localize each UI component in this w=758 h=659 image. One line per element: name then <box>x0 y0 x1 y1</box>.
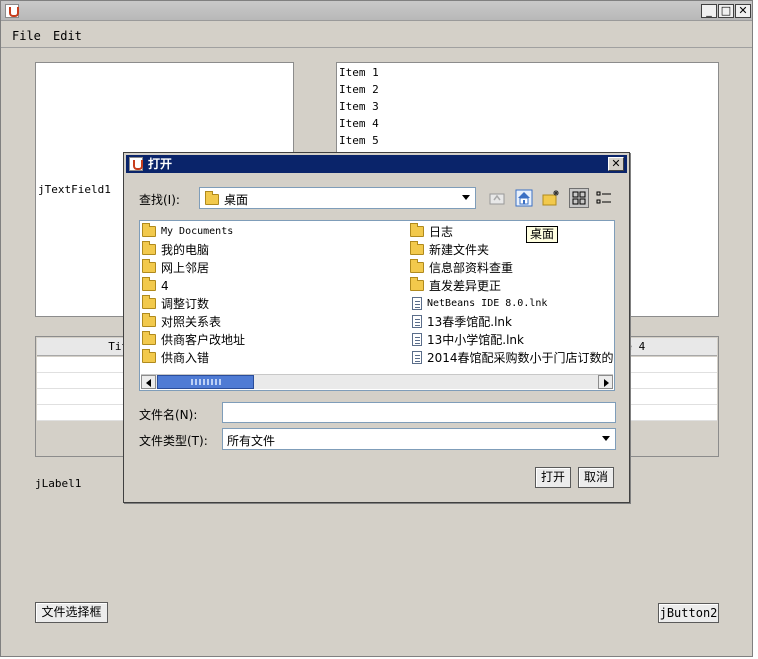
folder-icon <box>142 313 156 327</box>
folder-icon <box>410 241 424 255</box>
jbutton2[interactable]: jButton2 <box>658 603 719 623</box>
list-item[interactable]: Item 1 <box>339 64 379 81</box>
horizontal-scrollbar[interactable] <box>141 374 613 389</box>
new-folder-button[interactable] <box>541 188 561 208</box>
java-app-icon <box>129 157 143 171</box>
file-entry[interactable]: 直发差异更正 <box>410 276 501 294</box>
list-item[interactable]: Item 4 <box>339 115 379 132</box>
list-view-icon <box>572 191 586 205</box>
file-entry[interactable]: NetBeans IDE 8.0.lnk <box>412 294 547 312</box>
file-entry[interactable]: 新建文件夹 <box>410 240 489 258</box>
file-entry[interactable]: 供商客户改地址 <box>142 330 245 348</box>
file-list-pane[interactable]: My Documents 我的电脑 网上邻居 4 调整订数 对照关系表 供商客户… <box>139 220 615 391</box>
folder-icon <box>142 223 156 237</box>
file-entry[interactable]: 网上邻居 <box>142 258 209 276</box>
file-entry[interactable]: 供商入错 <box>142 348 209 366</box>
file-entry[interactable]: 我的电脑 <box>142 240 209 258</box>
folder-icon <box>410 277 424 291</box>
java-app-icon <box>5 4 19 18</box>
folder-icon <box>142 331 156 345</box>
file-icon <box>412 351 422 364</box>
dialog-close-button[interactable]: ✕ <box>608 157 624 171</box>
scroll-right-icon[interactable] <box>598 375 613 389</box>
file-type-label: 文件类型(T): <box>139 434 208 448</box>
folder-icon <box>142 295 156 309</box>
file-entry[interactable]: 4 <box>142 276 169 294</box>
details-view-button[interactable] <box>594 188 614 208</box>
up-folder-icon <box>489 193 505 205</box>
menu-file[interactable]: File <box>12 29 41 43</box>
look-in-combo[interactable]: 桌面 <box>199 187 476 209</box>
file-entry[interactable]: 信息部资料查重 <box>410 258 513 276</box>
file-name-input[interactable] <box>222 402 616 423</box>
folder-icon <box>205 191 219 205</box>
file-name-label: 文件名(N): <box>139 408 198 422</box>
folder-icon <box>410 259 424 273</box>
file-icon <box>412 315 422 328</box>
home-icon <box>515 189 533 207</box>
file-entry[interactable]: 对照关系表 <box>142 312 221 330</box>
cancel-button[interactable]: 取消 <box>578 467 614 488</box>
list-view-button[interactable] <box>569 188 589 208</box>
details-view-icon <box>596 191 611 204</box>
chevron-down-icon <box>598 430 614 448</box>
look-in-value: 桌面 <box>224 193 249 207</box>
file-type-combo[interactable]: 所有文件 <box>222 428 616 450</box>
file-chooser-button[interactable]: 文件选择框 <box>35 602 108 623</box>
up-one-level-button[interactable] <box>487 188 507 208</box>
menu-edit[interactable]: Edit <box>53 29 82 43</box>
scroll-left-icon[interactable] <box>141 375 156 389</box>
home-tooltip: 桌面 <box>526 226 559 243</box>
folder-icon <box>142 277 156 291</box>
file-entry[interactable]: My Documents <box>142 222 233 240</box>
close-button[interactable]: ✕ <box>735 4 751 18</box>
list-item[interactable]: Item 5 <box>339 132 379 149</box>
minimize-button[interactable]: _ <box>701 4 717 18</box>
text-field-value: jTextField1 <box>38 183 111 196</box>
menu-bar: File Edit <box>1 22 752 48</box>
file-icon <box>412 297 422 310</box>
file-entry[interactable]: 日志 <box>410 222 453 240</box>
list-item[interactable]: Item 2 <box>339 81 379 98</box>
open-button[interactable]: 打开 <box>535 467 571 488</box>
open-file-dialog: 打开 ✕ 查找(I): 桌面 My Documents 我的电脑 网上邻居 4 … <box>123 152 630 503</box>
dialog-title-bar: 打开 ✕ <box>126 155 627 173</box>
file-type-value: 所有文件 <box>227 434 276 448</box>
list-item[interactable]: Item 3 <box>339 98 379 115</box>
jlabel1: jLabel1 <box>35 477 82 490</box>
home-button[interactable] <box>514 188 534 208</box>
maximize-button[interactable]: □ <box>718 4 734 18</box>
folder-icon <box>142 349 156 363</box>
chevron-down-icon <box>458 189 474 207</box>
folder-icon <box>410 223 424 237</box>
dialog-title: 打开 <box>148 157 173 171</box>
file-entry[interactable]: 2014春馆配采购数小于门店订数的品 <box>412 348 614 366</box>
scrollbar-thumb[interactable] <box>157 375 254 389</box>
look-in-label: 查找(I): <box>139 193 180 207</box>
title-bar: _ □ ✕ <box>1 1 752 21</box>
file-icon <box>412 333 422 346</box>
file-entry[interactable]: 13春季馆配.lnk <box>412 312 512 330</box>
folder-icon <box>142 259 156 273</box>
new-folder-icon <box>542 190 559 206</box>
file-entry[interactable]: 调整订数 <box>142 294 209 312</box>
folder-icon <box>142 241 156 255</box>
file-entry[interactable]: 13中小学馆配.lnk <box>412 330 524 348</box>
